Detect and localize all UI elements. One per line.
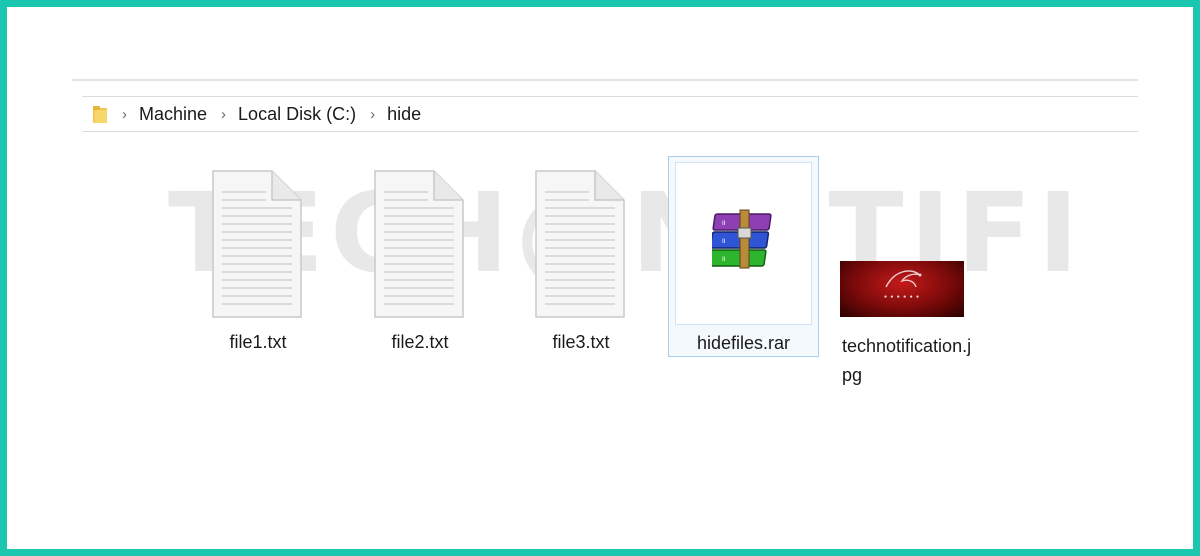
address-bar[interactable]: › Machine › Local Disk (C:) › hide [82,96,1138,132]
svg-text:II: II [722,220,726,227]
breadcrumb-item-hide[interactable]: hide [387,104,421,125]
file-item-file2[interactable]: file2.txt [368,168,472,358]
file-name-line2: pg [842,365,863,385]
file-item-technotification[interactable]: ● ● ● ● ● ● technotification.j pg [836,258,976,388]
thumbnail-caption: ● ● ● ● ● ● [883,294,921,300]
file-name: file2.txt [391,332,449,352]
breadcrumb-item-machine[interactable]: Machine [139,104,207,125]
breadcrumb-separator-icon: › [221,105,227,123]
breadcrumb-item-local-disk[interactable]: Local Disk (C:) [238,104,356,125]
toolbar-divider [72,79,1138,81]
folder-icon [92,103,108,125]
dragon-logo-icon [885,270,922,288]
file-item-file1[interactable]: file1.txt [206,168,310,358]
text-document-icon [535,170,625,318]
file-item-file3[interactable]: file3.txt [529,168,633,358]
text-document-icon [374,170,464,318]
file-name-line1: technotification.j [842,336,972,356]
text-document-icon [212,170,302,318]
file-name: file1.txt [229,332,287,352]
svg-text:II: II [722,238,726,245]
breadcrumb-separator-icon: › [370,105,376,123]
file-name: hidefiles.rar [696,333,791,353]
file-name: file3.txt [552,332,610,352]
file-name: technotification.j pg [842,332,982,390]
svg-text:II: II [722,256,726,263]
winrar-archive-icon: II II II [712,209,772,269]
breadcrumb-separator-icon: › [122,105,127,123]
file-item-hidefiles[interactable]: II II II hidefiles.rar [668,156,819,357]
image-thumbnail: ● ● ● ● ● ● [840,261,964,317]
